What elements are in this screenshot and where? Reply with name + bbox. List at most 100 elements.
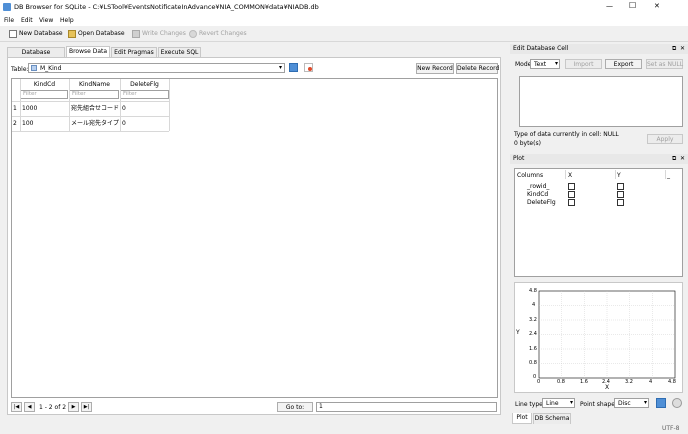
plot-column-name: _rowid_ — [527, 183, 550, 190]
menu-file[interactable]: File — [4, 17, 14, 24]
table-cell[interactable]: 0 — [122, 117, 168, 131]
header-divider — [665, 170, 666, 179]
menu-help[interactable]: Help — [60, 17, 74, 24]
y-axis-label: Y — [516, 329, 520, 336]
point-shape-label: Point shape: — [580, 401, 617, 408]
chevron-down-icon: ▾ — [278, 64, 282, 71]
filter-kindcd[interactable]: Filter — [20, 90, 68, 99]
x-tick: 4 — [649, 379, 653, 385]
x-tick: 1.6 — [580, 379, 588, 385]
apply-button[interactable]: Apply — [647, 134, 683, 144]
dock-float-icon[interactable]: ⧉ — [672, 45, 676, 53]
y-checkbox[interactable] — [617, 183, 624, 190]
close-button[interactable]: ✕ — [654, 2, 660, 10]
plot-area: Y X 4.8 4 3.2 2.4 1.6 0.8 0 0 0.8 1.6 2.… — [514, 282, 683, 393]
y-checkbox[interactable] — [617, 191, 624, 198]
mode-select[interactable]: Text ▾ — [530, 59, 560, 69]
x-tick: 4.8 — [668, 379, 676, 385]
header-divider — [615, 170, 616, 179]
col-divider — [69, 79, 70, 131]
table-select-value: M_Kind — [40, 65, 62, 72]
y-tick: 2.4 — [529, 331, 537, 337]
goto-input[interactable]: 1 — [316, 402, 497, 412]
dock-close-icon[interactable]: ✕ — [680, 155, 685, 162]
clear-filters-icon[interactable] — [304, 63, 313, 72]
y-tick: 1.6 — [529, 346, 537, 352]
table-cell[interactable]: 100 — [22, 117, 68, 131]
write-changes-button[interactable]: Write Changes — [132, 29, 186, 39]
set-null-button[interactable]: Set as NULL — [646, 59, 683, 69]
x-checkbox[interactable] — [568, 183, 575, 190]
encoding-status: UTF-8 — [662, 425, 680, 432]
x-header: X — [568, 172, 573, 179]
dock-float-icon[interactable]: ⧉ — [672, 155, 676, 163]
table-cell[interactable]: 0 — [122, 102, 168, 116]
table-grid-icon — [31, 65, 37, 71]
table-select[interactable]: M_Kind ▾ — [28, 63, 285, 73]
table-cell[interactable]: メール宛先タイプ — [71, 117, 119, 131]
goto-button[interactable]: Go to: — [277, 402, 313, 412]
next-record-button[interactable]: ▶ — [68, 402, 79, 412]
menu-view[interactable]: View — [39, 17, 53, 24]
tab-db-schema[interactable]: DB Schema — [533, 413, 571, 424]
tab-plot[interactable]: Plot — [512, 413, 532, 424]
revert-changes-button[interactable]: Revert Changes — [189, 29, 247, 39]
save-plot-icon[interactable] — [656, 398, 666, 408]
row-number[interactable]: 2 — [13, 117, 17, 131]
x-tick: 0 — [537, 379, 541, 385]
y-tick: 0 — [533, 374, 537, 380]
column-header-kindcd[interactable]: KindCd — [20, 80, 69, 90]
filter-kindname[interactable]: Filter — [69, 90, 119, 99]
minimize-button[interactable]: — — [606, 2, 613, 10]
refresh-plot-icon[interactable] — [672, 398, 682, 408]
chevron-down-icon: ▾ — [554, 60, 558, 67]
export-button[interactable]: Export — [605, 59, 642, 69]
filter-deleteflg[interactable]: Filter — [120, 90, 169, 99]
plot-title: Plot — [510, 154, 688, 164]
delete-record-button[interactable]: Delete Record — [456, 63, 499, 74]
maximize-button[interactable]: ☐ — [629, 1, 636, 10]
table-cell[interactable]: 1000 — [22, 102, 68, 116]
mode-select-value: Text — [534, 61, 547, 68]
first-record-button[interactable]: |◀ — [11, 402, 22, 412]
open-database-button[interactable]: Open Database — [68, 29, 125, 39]
data-grid: KindCd KindName DeleteFlg Filter Filter … — [11, 78, 498, 398]
table-cell[interactable]: 宛先組合せコード — [71, 102, 119, 116]
y-tick: 3.2 — [529, 317, 537, 323]
plot-column-name: DeleteFlg — [527, 199, 556, 206]
prev-record-button[interactable]: ◀ — [24, 402, 35, 412]
x-tick: 0.8 — [557, 379, 565, 385]
dock-close-icon[interactable]: ✕ — [680, 45, 685, 52]
import-button[interactable]: Import — [565, 59, 602, 69]
save-icon — [132, 30, 140, 38]
new-database-icon — [9, 30, 17, 38]
chevron-down-icon: ▾ — [643, 399, 647, 406]
y-tick: 0.8 — [529, 360, 537, 366]
header-divider — [565, 170, 566, 179]
refresh-icon[interactable] — [289, 63, 298, 72]
line-type-label: Line type: — [515, 401, 545, 408]
x-checkbox[interactable] — [568, 199, 575, 206]
column-header-kindname[interactable]: KindName — [69, 80, 120, 90]
point-shape-value: Disc — [618, 400, 631, 407]
title-bar: DB Browser for SQLite - C:¥LSTool¥Events… — [0, 0, 688, 15]
row-number[interactable]: 1 — [13, 102, 17, 116]
last-record-button[interactable]: ▶| — [81, 402, 92, 412]
line-type-value: Line — [546, 400, 559, 407]
new-database-button[interactable]: New Database — [9, 29, 63, 39]
new-record-button[interactable]: New Record — [416, 63, 454, 74]
row-divider — [12, 131, 169, 132]
open-folder-icon — [68, 30, 76, 38]
revert-icon — [189, 30, 197, 38]
line-type-select[interactable]: Line ▾ — [542, 398, 575, 408]
cell-type-info: Type of data currently in cell: NULL — [514, 131, 619, 138]
menu-edit[interactable]: Edit — [21, 17, 33, 24]
tab-browse-data[interactable]: Browse Data — [66, 46, 110, 57]
col-divider — [20, 79, 21, 131]
cell-editor[interactable] — [519, 76, 683, 127]
y-checkbox[interactable] — [617, 199, 624, 206]
column-header-deleteflg[interactable]: DeleteFlg — [120, 80, 169, 90]
browse-panel: Table: M_Kind ▾ New Record Delete Record… — [7, 57, 501, 415]
point-shape-select[interactable]: Disc ▾ — [614, 398, 649, 408]
x-checkbox[interactable] — [568, 191, 575, 198]
